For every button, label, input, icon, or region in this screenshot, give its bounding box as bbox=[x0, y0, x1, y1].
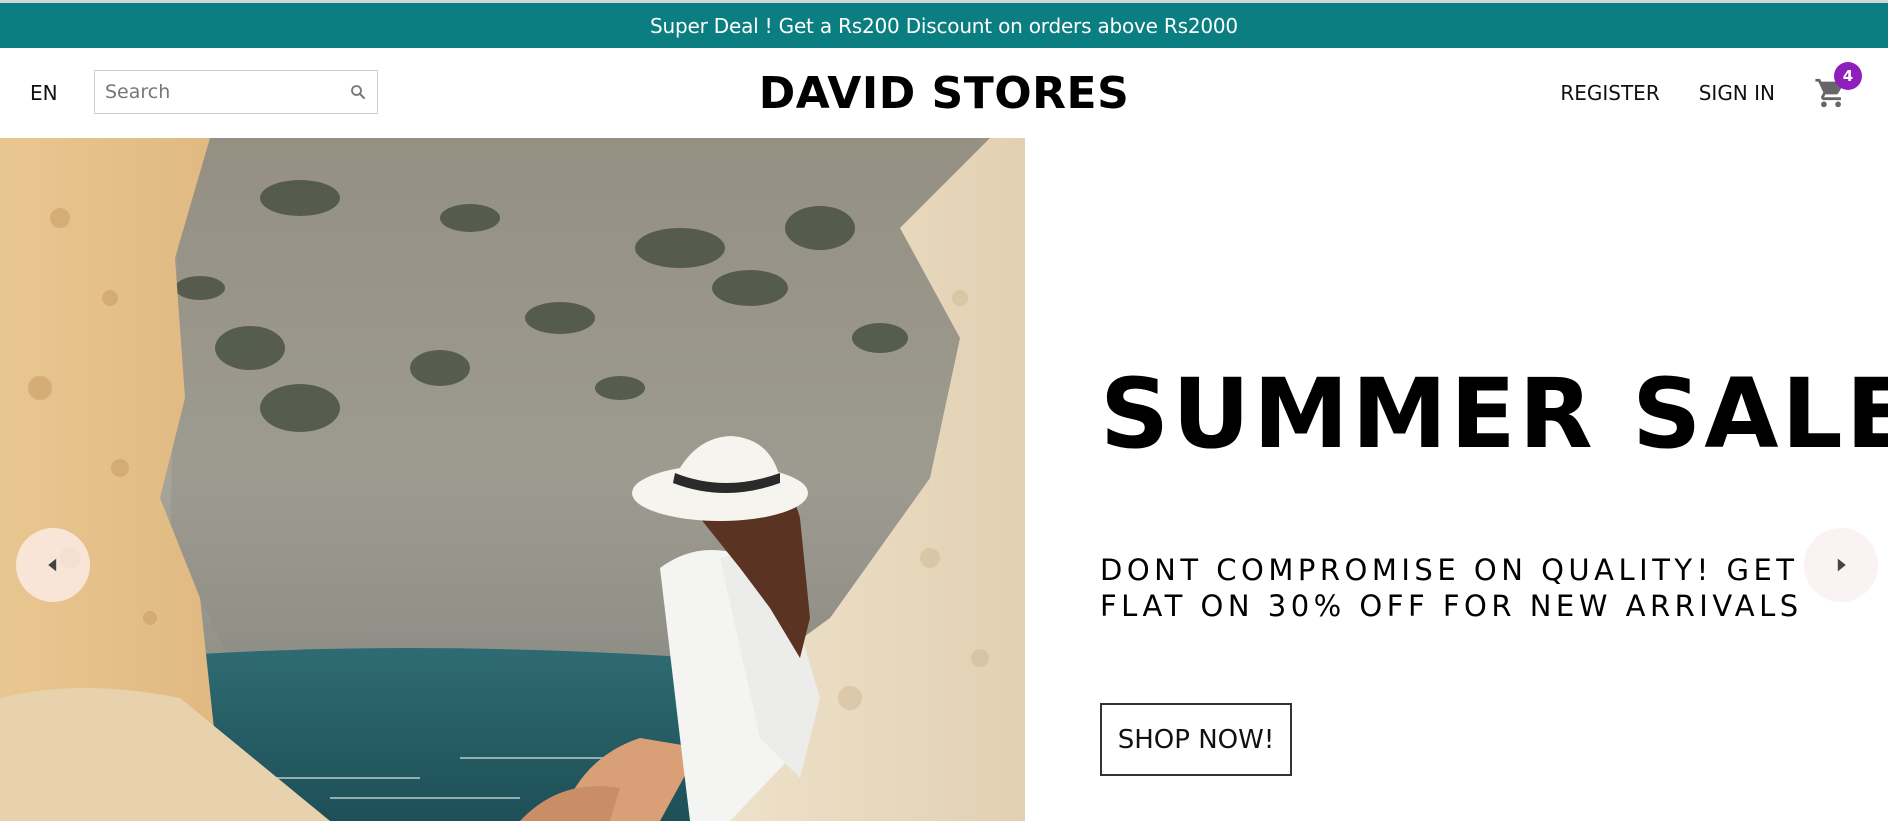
chevron-left-icon bbox=[48, 558, 57, 572]
hero-description: DONT COMPROMISE ON QUALITY! GET FLAT ON … bbox=[1100, 553, 1803, 623]
search-box bbox=[94, 70, 378, 114]
hero-title: SUMMER SALE bbox=[1100, 358, 1888, 470]
shop-now-button[interactable]: SHOP NOW! bbox=[1100, 703, 1292, 776]
slider-prev-button[interactable] bbox=[16, 528, 90, 602]
nav-actions: REGISTER SIGN IN 4 bbox=[1560, 48, 1888, 138]
hero-image bbox=[0, 138, 1025, 821]
slider-next-button[interactable] bbox=[1804, 528, 1878, 602]
language-selector[interactable]: EN bbox=[30, 81, 58, 105]
hero-info: SUMMER SALE DONT COMPROMISE ON QUALITY! … bbox=[1025, 138, 1888, 821]
search-input[interactable] bbox=[95, 72, 355, 112]
sign-in-link[interactable]: SIGN IN bbox=[1699, 81, 1775, 105]
cart-count-badge: 4 bbox=[1834, 62, 1862, 90]
register-link[interactable]: REGISTER bbox=[1560, 81, 1659, 105]
chevron-right-icon bbox=[1837, 558, 1846, 572]
announcement-bar: Super Deal ! Get a Rs200 Discount on ord… bbox=[0, 3, 1888, 48]
hero-photo bbox=[0, 138, 1025, 821]
hero-slider: SUMMER SALE DONT COMPROMISE ON QUALITY! … bbox=[0, 138, 1888, 821]
brand-logo[interactable]: DAVID STORES bbox=[759, 68, 1130, 119]
cart-button[interactable]: 4 bbox=[1814, 62, 1862, 110]
navbar: EN DAVID STORES REGISTER SIGN IN 4 bbox=[0, 48, 1888, 138]
search-icon[interactable] bbox=[349, 83, 367, 101]
announcement-text: Super Deal ! Get a Rs200 Discount on ord… bbox=[650, 13, 1238, 38]
